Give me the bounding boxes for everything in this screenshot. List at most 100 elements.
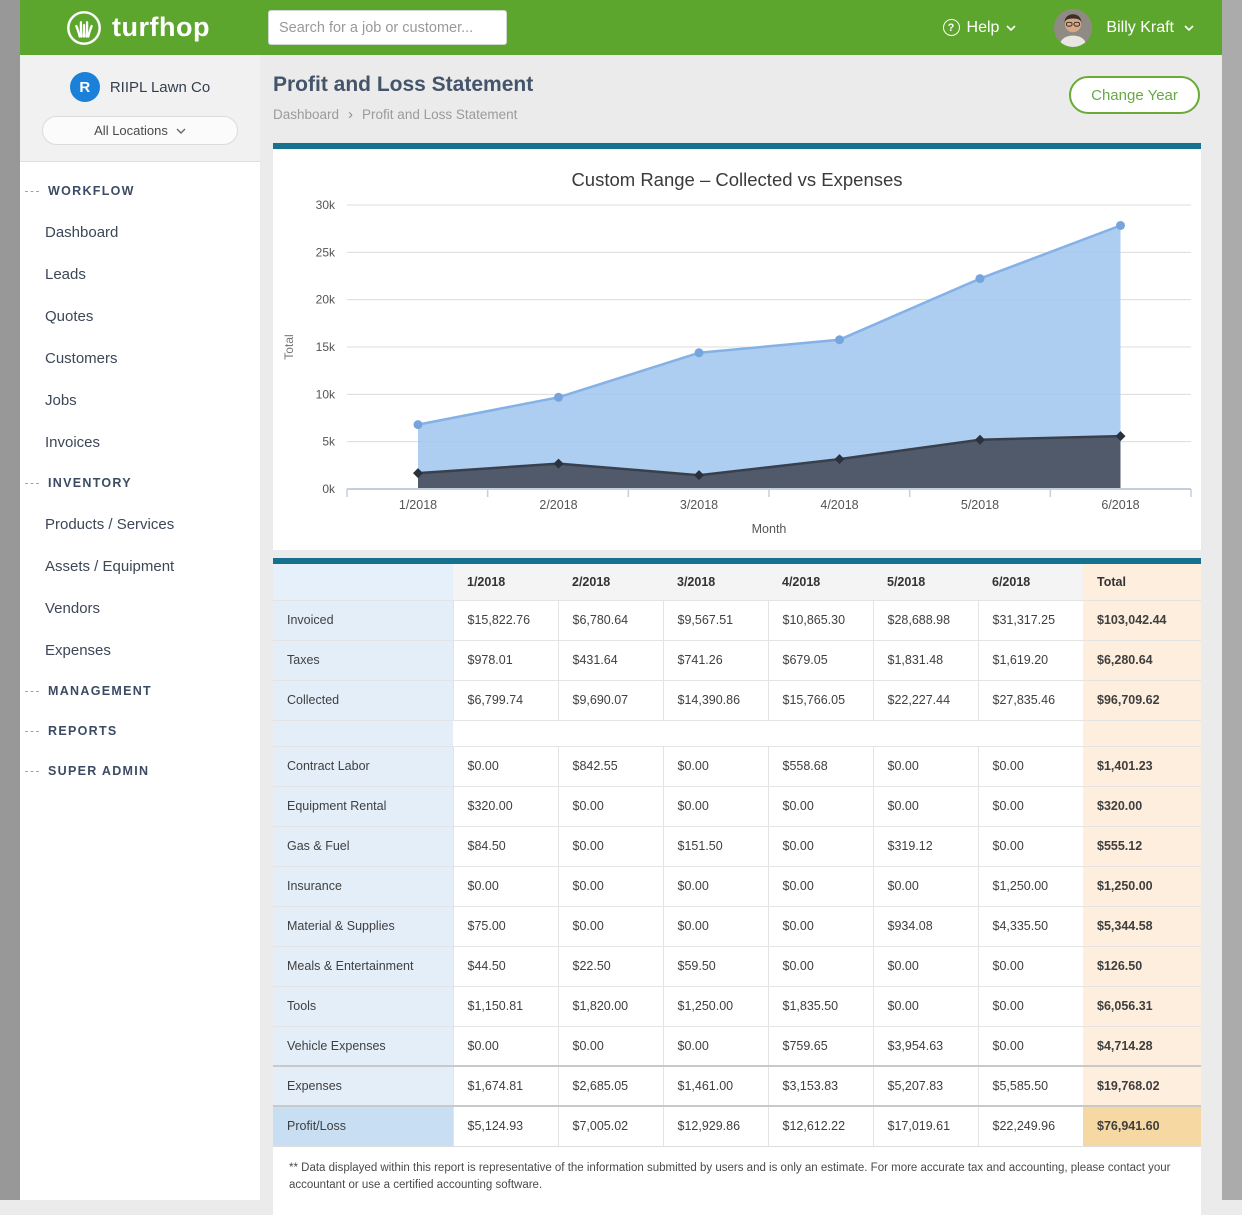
- value-cell: $0.00: [663, 786, 768, 826]
- value-cell: $0.00: [558, 826, 663, 866]
- value-cell: $1,820.00: [558, 986, 663, 1026]
- value-cell: $15,766.05: [768, 680, 873, 720]
- value-cell: $0.00: [453, 746, 558, 786]
- chevron-down-icon: [1006, 23, 1016, 33]
- value-cell: $5,207.83: [873, 1066, 978, 1106]
- breadcrumb-dashboard[interactable]: Dashboard: [273, 107, 339, 122]
- profit-loss-area-chart: 0k5k10k15k20k25k30kTotal1/20182/20183/20…: [273, 191, 1201, 547]
- value-cell: $151.50: [663, 826, 768, 866]
- sidebar-item-dashboard[interactable]: Dashboard: [20, 211, 260, 253]
- row-label: Material & Supplies: [273, 906, 453, 946]
- value-cell: $3,954.63: [873, 1026, 978, 1066]
- value-cell: $6,780.64: [558, 600, 663, 640]
- location-selector-label: All Locations: [94, 123, 168, 138]
- svg-text:6/2018: 6/2018: [1101, 498, 1139, 512]
- svg-text:5/2018: 5/2018: [961, 498, 999, 512]
- row-label: Taxes: [273, 640, 453, 680]
- sidebar-item-invoices[interactable]: Invoices: [20, 421, 260, 463]
- value-cell: $75.00: [453, 906, 558, 946]
- table-header-cell: Total: [1083, 564, 1201, 600]
- value-cell: $0.00: [768, 906, 873, 946]
- value-cell: $0.00: [873, 946, 978, 986]
- table-row: Invoiced$15,822.76$6,780.64$9,567.51$10,…: [273, 600, 1201, 640]
- value-cell: $59.50: [663, 946, 768, 986]
- svg-text:5k: 5k: [322, 435, 336, 449]
- user-avatar[interactable]: [1054, 9, 1092, 47]
- value-cell: $759.65: [768, 1026, 873, 1066]
- value-cell: $1,250.00: [663, 986, 768, 1026]
- value-cell: $0.00: [663, 1026, 768, 1066]
- row-label: Expenses: [273, 1066, 453, 1106]
- value-cell: $0.00: [873, 986, 978, 1026]
- page-title: Profit and Loss Statement: [273, 73, 1201, 97]
- table-header-cell: 5/2018: [873, 564, 978, 600]
- value-cell: $1,674.81: [453, 1066, 558, 1106]
- svg-text:Total: Total: [282, 334, 296, 359]
- total-cell: $555.12: [1083, 826, 1201, 866]
- change-year-button[interactable]: Change Year: [1069, 76, 1200, 114]
- sidebar-section-label: SUPER ADMIN: [48, 764, 149, 778]
- sidebar-item-vendors[interactable]: Vendors: [20, 587, 260, 629]
- table-row: Taxes$978.01$431.64$741.26$679.05$1,831.…: [273, 640, 1201, 680]
- value-cell: $0.00: [768, 826, 873, 866]
- sidebar-item-jobs[interactable]: Jobs: [20, 379, 260, 421]
- sidebar-item-quotes[interactable]: Quotes: [20, 295, 260, 337]
- dashes-icon: [25, 191, 39, 192]
- value-cell: $0.00: [768, 946, 873, 986]
- sidebar-section-super-admin[interactable]: SUPER ADMIN: [20, 751, 260, 791]
- dashes-icon: [25, 483, 39, 484]
- breadcrumb-current: Profit and Loss Statement: [362, 107, 517, 122]
- row-label: Gas & Fuel: [273, 826, 453, 866]
- help-menu[interactable]: ? Help: [943, 19, 1017, 37]
- value-cell: $0.00: [873, 746, 978, 786]
- org-name: RIIPL Lawn Co: [110, 79, 210, 96]
- value-cell: $12,929.86: [663, 1106, 768, 1146]
- table-row: Vehicle Expenses$0.00$0.00$0.00$759.65$3…: [273, 1026, 1201, 1066]
- sidebar-item-customers[interactable]: Customers: [20, 337, 260, 379]
- sidebar-section-label: MANAGEMENT: [48, 684, 152, 698]
- total-cell: $103,042.44: [1083, 600, 1201, 640]
- search-input[interactable]: [268, 10, 507, 45]
- location-selector[interactable]: All Locations: [42, 116, 238, 145]
- value-cell: $3,153.83: [768, 1066, 873, 1106]
- svg-text:2/2018: 2/2018: [539, 498, 577, 512]
- value-cell: $5,124.93: [453, 1106, 558, 1146]
- sidebar-section-workflow[interactable]: WORKFLOW: [20, 171, 260, 211]
- dashes-icon: [25, 691, 39, 692]
- row-label: Meals & Entertainment: [273, 946, 453, 986]
- help-question-icon: ?: [943, 19, 960, 36]
- value-cell: $0.00: [978, 746, 1083, 786]
- sidebar-section-management[interactable]: MANAGEMENT: [20, 671, 260, 711]
- chevron-down-icon: [176, 126, 186, 136]
- value-cell: $44.50: [453, 946, 558, 986]
- total-cell: $19,768.02: [1083, 1066, 1201, 1106]
- svg-text:3/2018: 3/2018: [680, 498, 718, 512]
- report-disclaimer: ** Data displayed within this report is …: [273, 1147, 1201, 1215]
- table-row: Expenses$1,674.81$2,685.05$1,461.00$3,15…: [273, 1066, 1201, 1106]
- value-cell: $934.08: [873, 906, 978, 946]
- value-cell: $0.00: [873, 786, 978, 826]
- value-cell: $0.00: [873, 866, 978, 906]
- brand-logo[interactable]: turfhop: [65, 9, 210, 47]
- sidebar-section-inventory[interactable]: INVENTORY: [20, 463, 260, 503]
- value-cell: $319.12: [873, 826, 978, 866]
- sidebar-item-products-services[interactable]: Products / Services: [20, 503, 260, 545]
- value-cell: $17,019.61: [873, 1106, 978, 1146]
- value-cell: $14,390.86: [663, 680, 768, 720]
- value-cell: $12,612.22: [768, 1106, 873, 1146]
- avatar-photo: [1054, 9, 1092, 47]
- table-row: Equipment Rental$320.00$0.00$0.00$0.00$0…: [273, 786, 1201, 826]
- sidebar-item-expenses[interactable]: Expenses: [20, 629, 260, 671]
- user-chevron-down-icon[interactable]: [1184, 23, 1194, 33]
- total-cell: [1083, 720, 1201, 746]
- value-cell: $6,799.74: [453, 680, 558, 720]
- sidebar-item-leads[interactable]: Leads: [20, 253, 260, 295]
- sidebar-item-assets-equipment[interactable]: Assets / Equipment: [20, 545, 260, 587]
- row-label: Tools: [273, 986, 453, 1026]
- sidebar-nav: WORKFLOWDashboardLeadsQuotesCustomersJob…: [20, 162, 260, 791]
- sidebar-section-reports[interactable]: REPORTS: [20, 711, 260, 751]
- value-cell: $0.00: [978, 1026, 1083, 1066]
- dashes-icon: [25, 731, 39, 732]
- total-cell: $1,250.00: [1083, 866, 1201, 906]
- row-label: Vehicle Expenses: [273, 1026, 453, 1066]
